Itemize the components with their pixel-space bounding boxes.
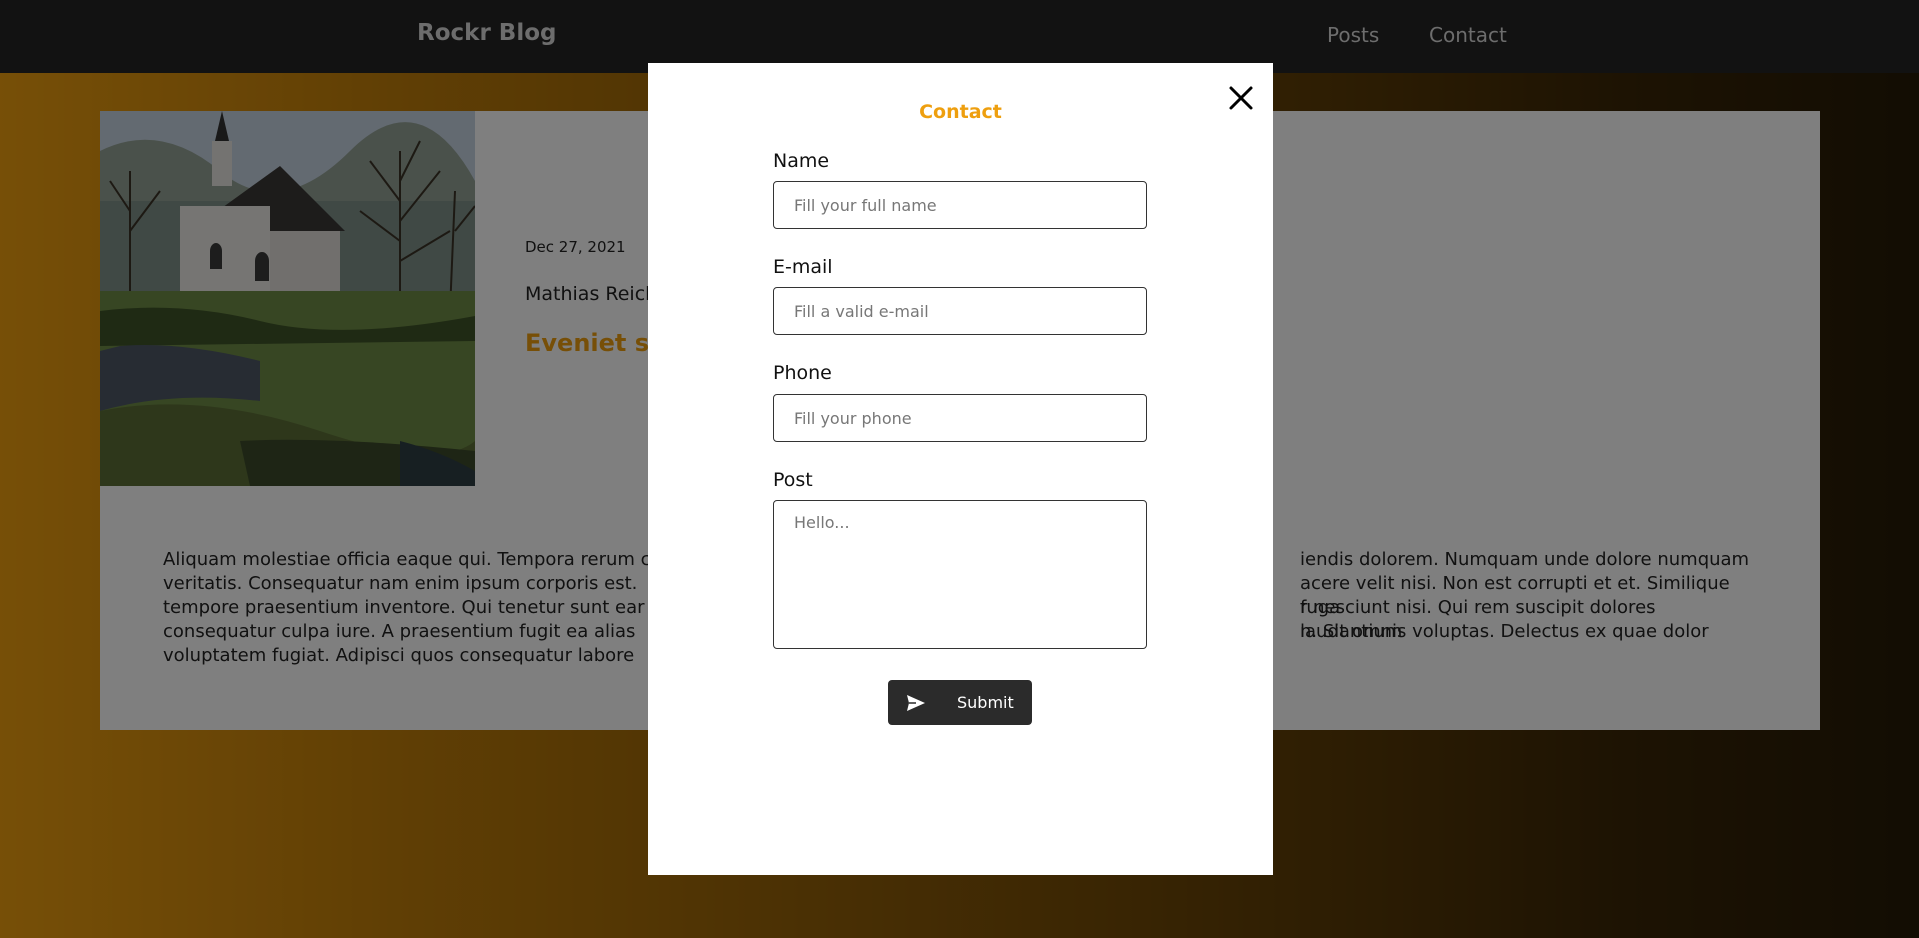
- email-input[interactable]: [773, 287, 1147, 335]
- email-label: E-mail: [773, 256, 833, 278]
- post-label: Post: [773, 469, 813, 491]
- close-icon: [1229, 86, 1253, 110]
- modal-title: Contact: [919, 101, 1002, 123]
- post-textarea[interactable]: [773, 500, 1147, 649]
- brand-logo[interactable]: Rockr Blog: [417, 20, 556, 46]
- nav-link-contact[interactable]: Contact: [1429, 23, 1507, 47]
- nav-link-posts[interactable]: Posts: [1327, 23, 1379, 47]
- contact-modal: Contact Name E-mail Phone Post Submit: [648, 63, 1273, 875]
- name-input[interactable]: [773, 181, 1147, 229]
- close-button[interactable]: [1225, 82, 1257, 114]
- send-icon: [907, 694, 925, 711]
- phone-label: Phone: [773, 362, 832, 384]
- phone-input[interactable]: [773, 394, 1147, 442]
- submit-label: Submit: [957, 693, 1014, 712]
- submit-button[interactable]: Submit: [888, 680, 1032, 725]
- name-label: Name: [773, 150, 830, 172]
